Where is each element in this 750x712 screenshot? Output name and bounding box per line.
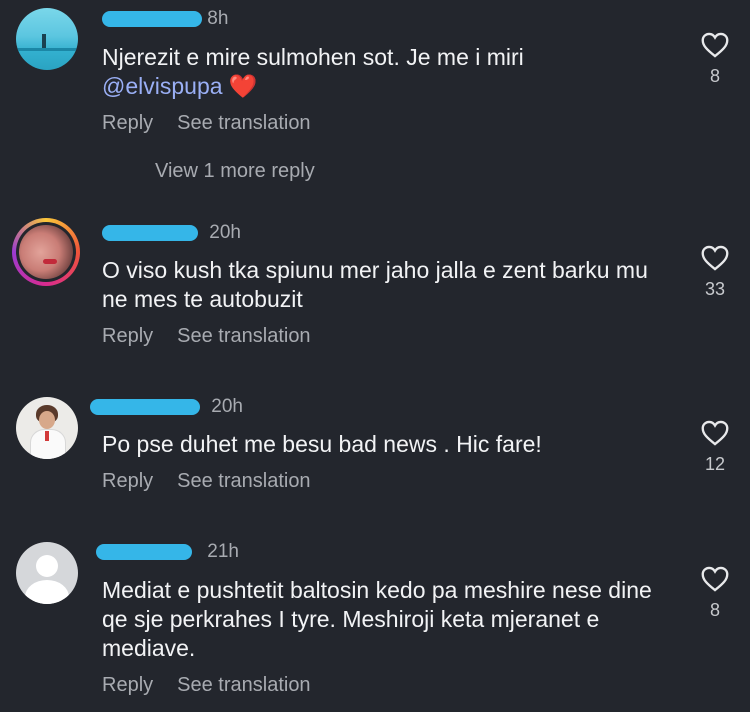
redacted-username: [102, 10, 202, 27]
mention-link[interactable]: @elvispupa: [102, 73, 223, 99]
comment-actions: Reply See translation: [102, 112, 311, 135]
reply-button[interactable]: Reply: [102, 112, 153, 134]
like-count: 8: [709, 600, 720, 620]
avatar[interactable]: [16, 397, 78, 459]
see-translation-button[interactable]: See translation: [177, 112, 310, 134]
comment-text: Njerezit e mire sulmohen sot. Je me i mi…: [102, 44, 524, 99]
reply-button[interactable]: Reply: [102, 325, 153, 347]
comment-meta: 20h: [102, 222, 241, 244]
heart-emoji: ❤️: [228, 73, 258, 99]
redacted-username: [90, 398, 200, 415]
heart-outline-icon[interactable]: [701, 32, 729, 58]
heart-outline-icon[interactable]: [701, 245, 729, 271]
comment-text: Mediat e pushtetit baltosin kedo pa mesh…: [102, 577, 652, 661]
comment-actions: Reply See translation: [102, 325, 311, 348]
like-control: 8: [698, 566, 732, 621]
comment-text: Po pse duhet me besu bad news . Hic fare…: [102, 431, 542, 457]
like-count: 12: [704, 454, 726, 474]
comment-time: 8h: [207, 8, 229, 29]
comment-time: 20h: [209, 222, 241, 243]
reply-button[interactable]: Reply: [102, 674, 153, 696]
redacted-username: [102, 224, 198, 241]
see-translation-button[interactable]: See translation: [177, 674, 310, 696]
heart-outline-icon[interactable]: [701, 566, 729, 592]
comment-actions: Reply See translation: [102, 470, 311, 493]
comment-time: 20h: [211, 396, 243, 417]
like-control: 12: [698, 420, 732, 475]
like-control: 33: [698, 245, 732, 300]
reply-button[interactable]: Reply: [102, 470, 153, 492]
comment-actions: Reply See translation: [102, 674, 311, 697]
like-control: 8: [698, 32, 732, 87]
heart-outline-icon[interactable]: [701, 420, 729, 446]
avatar[interactable]: [16, 542, 78, 604]
avatar[interactable]: [12, 218, 80, 286]
comment-time: 21h: [207, 541, 239, 562]
comment-meta: 21h: [96, 541, 239, 563]
like-count: 8: [709, 66, 720, 86]
redacted-username: [96, 543, 192, 560]
avatar[interactable]: [16, 8, 78, 70]
comment-meta: 20h: [90, 396, 243, 418]
comment-meta: 8h: [102, 8, 228, 30]
comment-text: O viso kush tka spiunu mer jaho jalla e …: [102, 257, 648, 312]
see-translation-button[interactable]: See translation: [177, 470, 310, 492]
view-more-replies-button[interactable]: View 1 more reply: [155, 160, 315, 183]
like-count: 33: [704, 279, 726, 299]
see-translation-button[interactable]: See translation: [177, 325, 310, 347]
